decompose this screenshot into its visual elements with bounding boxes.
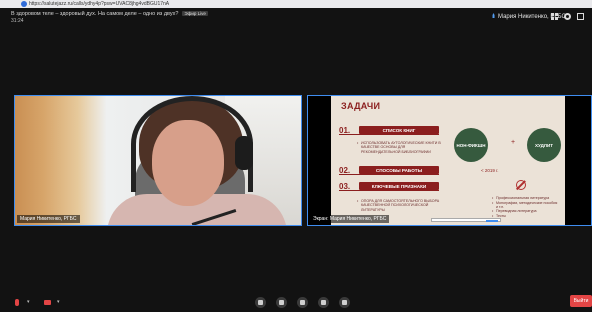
meeting-title-text: В здоровом теле – здоровый дух. На самом… xyxy=(11,11,179,17)
row-divider xyxy=(339,174,439,175)
slide-scroll-knob[interactable] xyxy=(486,219,498,222)
row-divider xyxy=(339,190,439,191)
row-divider xyxy=(339,134,439,135)
row-label: КЛЮЧЕВЫЕ ПРИЗНАКИ xyxy=(359,182,439,190)
camera-options-chevron-icon[interactable]: ▾ xyxy=(57,299,60,305)
chat-button[interactable] xyxy=(276,297,287,308)
camera-off-button[interactable] xyxy=(40,297,54,307)
row-label: СПИСОК КНИГ xyxy=(359,126,439,134)
year-label: < 2019 г. xyxy=(481,168,499,173)
share-screen-icon xyxy=(300,300,305,305)
participants-button[interactable] xyxy=(255,297,266,308)
fullscreen-icon[interactable] xyxy=(577,13,584,20)
presentation-slide: ЗАДАЧИ 01. СПИСОК КНИГ ИСПОЛЬЗОВАТЬ АУТО… xyxy=(331,96,565,225)
share-screen-button[interactable] xyxy=(297,297,308,308)
fiction-circle: ХУДЛИТ xyxy=(527,128,561,162)
more-button[interactable] xyxy=(339,297,350,308)
site-icon xyxy=(21,1,27,7)
screen-share-tile[interactable]: ЗАДАЧИ 01. СПИСОК КНИГ ИСПОЛЬЗОВАТЬ АУТО… xyxy=(307,95,592,226)
url-text[interactable]: https://salutejazz.ru/calls/ydhy4p?psw=U… xyxy=(29,0,169,8)
smile-icon xyxy=(321,300,326,305)
slide-scrollbar[interactable] xyxy=(431,218,501,222)
row-bullet: ИСПОЛЬЗОВАТЬ АУТОЛОГИЧЕСКИЕ КНИГИ В КАЧЕ… xyxy=(357,141,445,154)
call-toolbar: ▾ ▾ Выйти xyxy=(0,293,592,312)
chat-icon xyxy=(279,300,284,305)
right-bullet: Тесты xyxy=(492,214,560,219)
layout-grid-icon[interactable] xyxy=(551,13,558,20)
speaking-indicator-icon: ıllı xyxy=(492,14,495,20)
leave-call-button[interactable]: Выйти xyxy=(570,295,592,307)
reactions-button[interactable] xyxy=(318,297,329,308)
settings-gear-icon[interactable] xyxy=(564,13,571,20)
participants-icon xyxy=(258,300,263,305)
screen-share-name-tag: Экран: Мария Никитенко, РГБС xyxy=(310,215,390,223)
browser-url-bar[interactable]: https://salutejazz.ru/calls/ydhy4p?psw=U… xyxy=(0,0,592,8)
nonfiction-circle: НОН-ФИКШН xyxy=(454,128,488,162)
more-dots-icon xyxy=(342,300,347,305)
right-bullet: Монографии, методические пособия и т.п. xyxy=(492,201,560,210)
prohibited-icon xyxy=(516,180,526,190)
meeting-timer: 31:24 xyxy=(11,18,24,24)
participant-video-tile[interactable]: Мария Никитенко, РГБС xyxy=(14,95,302,226)
meeting-title: В здоровом теле – здоровый дух. На самом… xyxy=(11,11,208,17)
row-bullet: ОПОРА ДЛЯ САМОСТОЯТЕЛЬНОГО ВЫБОРА КАЧЕСТ… xyxy=(357,199,445,212)
microphone-off-button[interactable] xyxy=(11,297,23,307)
slide-title: ЗАДАЧИ xyxy=(341,101,381,111)
participant-name-tag: Мария Никитенко, РГБС xyxy=(17,215,80,223)
live-badge: Эфир Live xyxy=(182,11,208,16)
headset-earcup xyxy=(235,136,253,170)
mic-options-chevron-icon[interactable]: ▾ xyxy=(27,299,30,305)
row-label: СПОСОБЫ РАБОТЫ xyxy=(359,166,439,174)
plus-sign: + xyxy=(511,139,516,146)
top-controls xyxy=(551,13,584,20)
